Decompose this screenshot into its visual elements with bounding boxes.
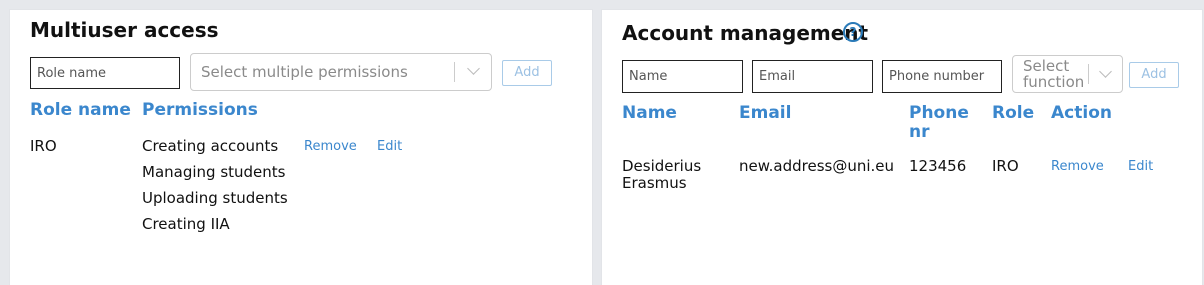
chevron-down-icon[interactable] bbox=[467, 62, 480, 75]
column-header-role-name: Role name bbox=[30, 100, 131, 120]
name-input[interactable] bbox=[622, 60, 743, 93]
multiuser-access-panel: Multiuser access Select multiple permiss… bbox=[10, 10, 592, 285]
column-header-phone: Phone bbox=[909, 103, 969, 123]
function-select[interactable]: Select function bbox=[1012, 55, 1123, 93]
column-header-email: Email bbox=[739, 103, 792, 123]
function-placeholder-line2: function bbox=[1023, 73, 1085, 91]
permission-item: Creating IIA bbox=[142, 215, 230, 233]
remove-role-link[interactable]: Remove bbox=[304, 139, 357, 154]
account-management-panel: Account management ? Select function Add… bbox=[602, 10, 1202, 285]
role-name-cell: IRO bbox=[30, 137, 57, 155]
account-phone-cell: 123456 bbox=[909, 157, 967, 175]
chevron-down-icon[interactable] bbox=[1099, 65, 1112, 78]
edit-role-link[interactable]: Edit bbox=[377, 139, 402, 154]
column-header-permissions: Permissions bbox=[142, 100, 258, 120]
remove-account-link[interactable]: Remove bbox=[1051, 159, 1104, 174]
permissions-placeholder: Select multiple permissions bbox=[201, 63, 408, 81]
account-name-line2: Erasmus bbox=[622, 174, 687, 192]
account-email-cell: new.address@uni.eu bbox=[739, 157, 895, 175]
function-placeholder-line1: Select bbox=[1023, 57, 1070, 75]
account-management-title: Account management bbox=[622, 21, 869, 45]
select-separator bbox=[454, 62, 455, 82]
column-header-name: Name bbox=[622, 103, 677, 123]
permissions-multiselect[interactable]: Select multiple permissions bbox=[190, 53, 492, 91]
email-input[interactable] bbox=[752, 60, 873, 93]
permission-item: Uploading students bbox=[142, 189, 288, 207]
select-separator bbox=[1088, 64, 1089, 84]
account-name-line1: Desiderius bbox=[622, 157, 702, 175]
add-account-button[interactable]: Add bbox=[1129, 62, 1179, 88]
permission-item: Managing students bbox=[142, 163, 286, 181]
column-header-action: Action bbox=[1051, 103, 1112, 123]
phone-number-input[interactable] bbox=[882, 60, 1002, 93]
column-header-role: Role bbox=[992, 103, 1035, 123]
column-header-phone-nr: nr bbox=[909, 122, 930, 142]
permission-item: Creating accounts bbox=[142, 137, 279, 155]
role-name-input[interactable] bbox=[30, 57, 180, 89]
edit-account-link[interactable]: Edit bbox=[1128, 159, 1153, 174]
multiuser-access-title: Multiuser access bbox=[30, 18, 219, 42]
help-icon[interactable]: ? bbox=[843, 22, 863, 42]
add-role-button[interactable]: Add bbox=[502, 60, 552, 86]
account-role-cell: IRO bbox=[992, 157, 1019, 175]
